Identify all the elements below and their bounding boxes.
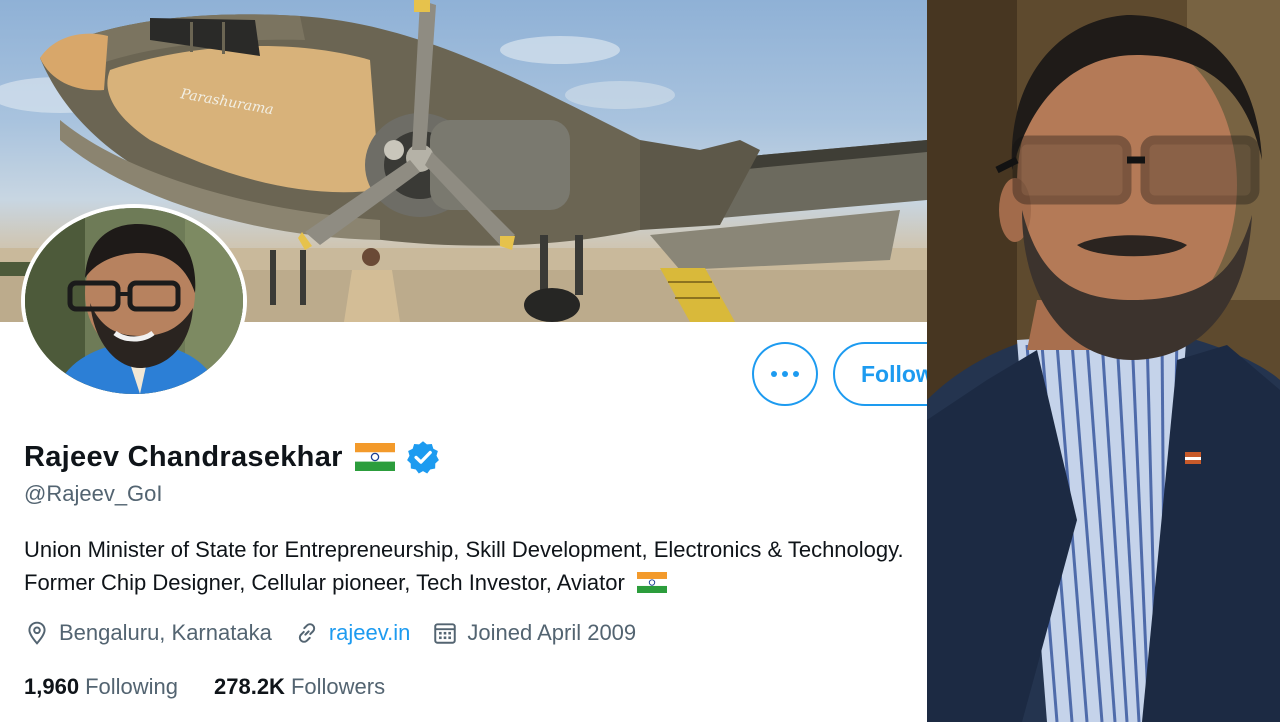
display-name: Rajeev Chandrasekhar xyxy=(24,440,343,473)
profile-name-row: Rajeev Chandrasekhar xyxy=(24,437,441,477)
profile-meta-row: Bengaluru, Karnataka rajeev.in Joined Ap… xyxy=(24,616,658,650)
follow-button[interactable]: Follow xyxy=(833,342,927,406)
profile-location: Bengaluru, Karnataka xyxy=(24,620,272,646)
profile-website: rajeev.in xyxy=(294,620,411,646)
location-text: Bengaluru, Karnataka xyxy=(59,620,272,645)
followers-label: Followers xyxy=(290,674,386,699)
avatar[interactable] xyxy=(21,204,247,398)
calendar-icon xyxy=(434,623,457,644)
portrait-photo xyxy=(927,0,1280,722)
joined-text: Joined April 2009 xyxy=(467,620,637,645)
location-pin-icon xyxy=(28,621,46,645)
portrait-photo-image xyxy=(927,0,1280,722)
ellipsis-icon xyxy=(771,371,777,377)
profile-bio: Union Minister of State for Entrepreneur… xyxy=(24,533,904,599)
link-icon xyxy=(298,623,315,643)
bio-text: Union Minister of State for Entrepreneur… xyxy=(24,537,904,595)
india-flag-icon xyxy=(354,443,395,471)
followers-count: 278.2K xyxy=(214,674,285,699)
following-stat[interactable]: 1,960 Following xyxy=(24,674,178,700)
followers-stat[interactable]: 278.2K Followers xyxy=(214,674,385,700)
more-options-button[interactable] xyxy=(752,342,818,406)
ellipsis-icon-dot xyxy=(782,371,788,377)
following-count: 1,960 xyxy=(24,674,80,699)
ellipsis-icon-dot xyxy=(793,371,799,377)
website-link[interactable]: rajeev.in xyxy=(329,620,411,646)
twitter-profile-panel: Parashurama Follow Rajeev Chandrasekhar … xyxy=(0,0,927,722)
avatar-portrait xyxy=(25,208,243,394)
profile-joined: Joined April 2009 xyxy=(432,620,636,646)
verified-badge-icon xyxy=(406,441,439,474)
profile-handle: @Rajeev_GoI xyxy=(24,481,163,506)
profile-stats-row: 1,960 Following 278.2K Followers xyxy=(24,670,421,704)
following-label: Following xyxy=(85,674,178,699)
india-flag-icon xyxy=(636,571,667,593)
